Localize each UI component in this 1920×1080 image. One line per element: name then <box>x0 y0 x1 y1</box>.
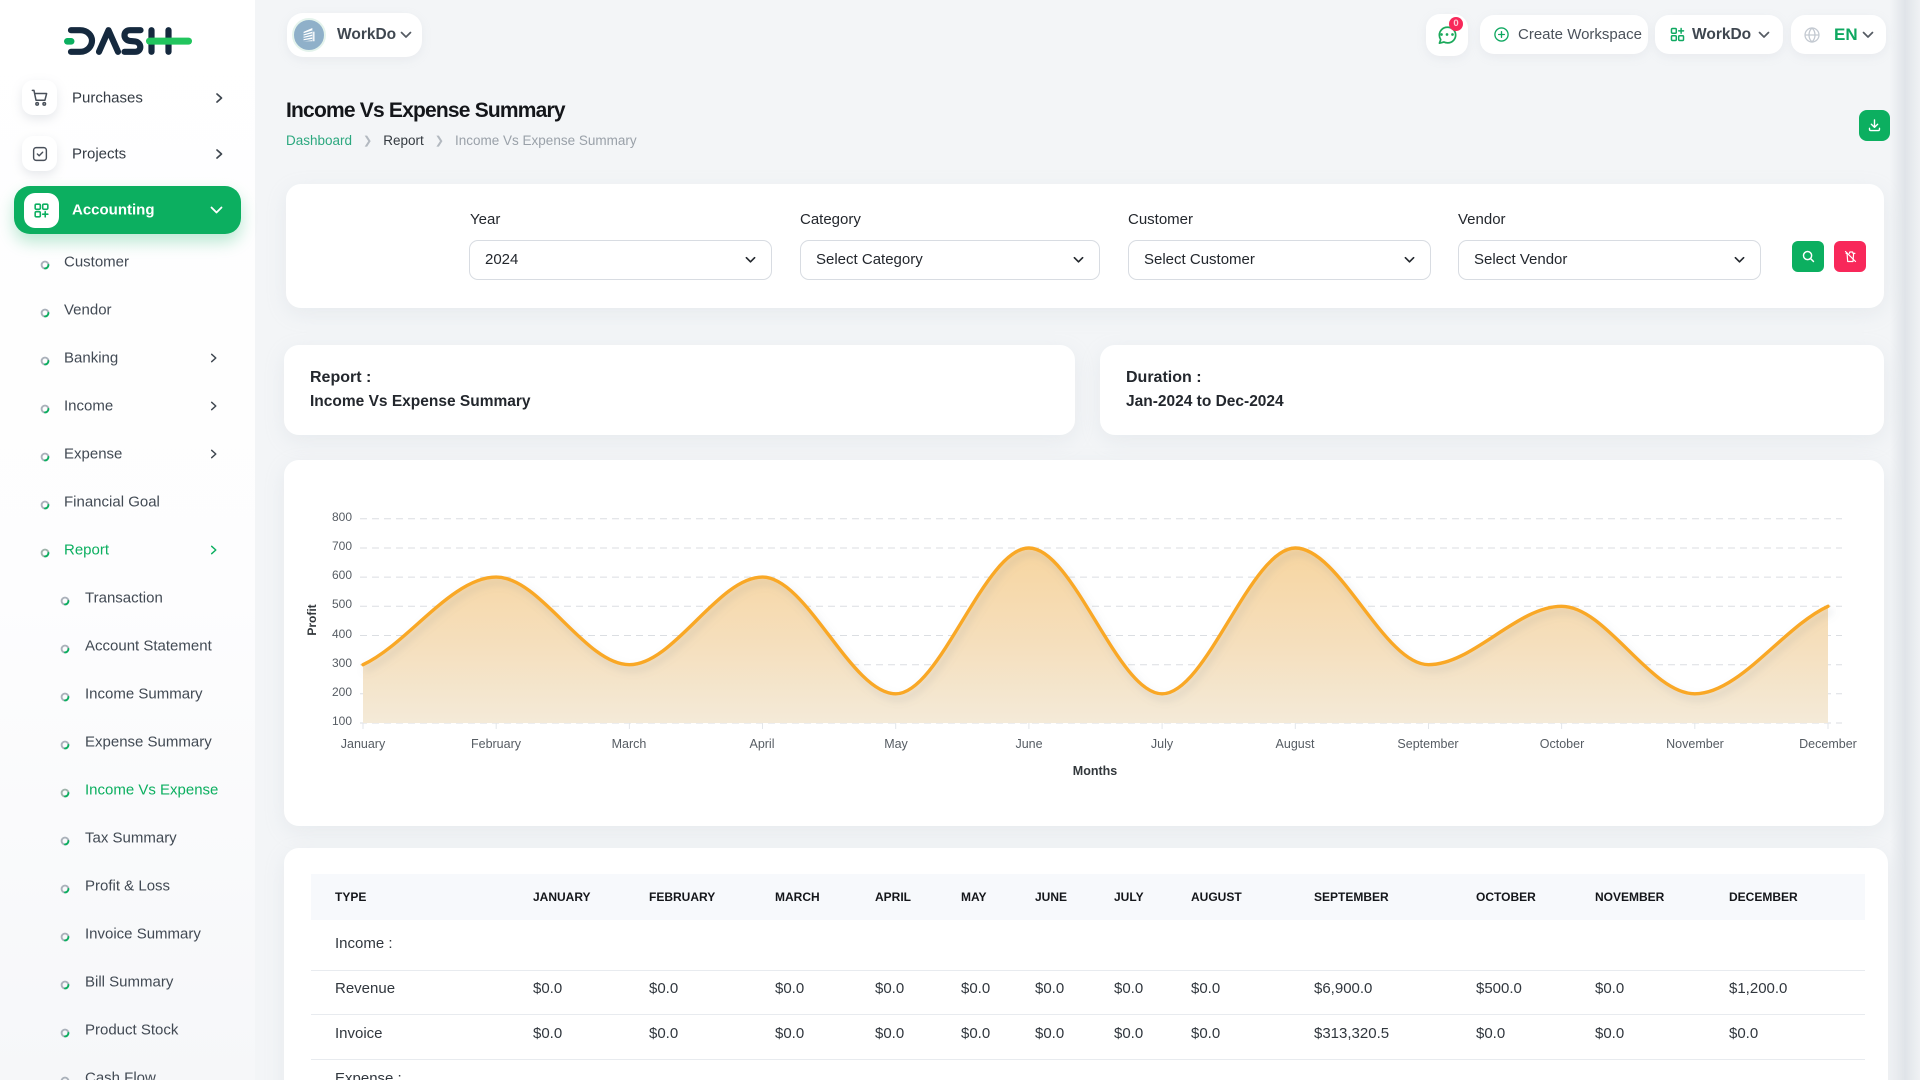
svg-text:September: September <box>1397 737 1458 751</box>
svg-text:March: March <box>612 737 647 751</box>
svg-text:June: June <box>1015 737 1042 751</box>
svg-text:December: December <box>1799 737 1857 751</box>
svg-text:700: 700 <box>332 539 352 553</box>
svg-text:April: April <box>749 737 774 751</box>
svg-text:500: 500 <box>332 597 352 611</box>
svg-text:Profit: Profit <box>305 604 319 635</box>
svg-text:August: August <box>1276 737 1315 751</box>
svg-text:200: 200 <box>332 685 352 699</box>
svg-text:October: October <box>1540 737 1584 751</box>
svg-text:January: January <box>341 737 386 751</box>
svg-text:July: July <box>1151 737 1174 751</box>
svg-text:Months: Months <box>1073 764 1117 778</box>
svg-text:May: May <box>884 737 908 751</box>
svg-text:November: November <box>1666 737 1724 751</box>
svg-text:600: 600 <box>332 568 352 582</box>
svg-text:100: 100 <box>332 714 352 728</box>
svg-text:800: 800 <box>332 510 352 524</box>
svg-text:300: 300 <box>332 656 352 670</box>
svg-text:February: February <box>471 737 522 751</box>
svg-text:400: 400 <box>332 627 352 641</box>
